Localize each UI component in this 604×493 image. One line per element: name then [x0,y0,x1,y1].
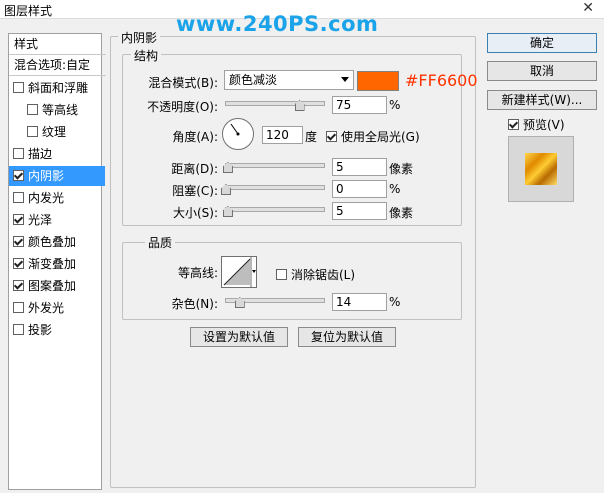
sidebar-checkbox[interactable] [13,214,24,225]
sidebar-item-6[interactable]: 光泽 [9,210,105,230]
sidebar-item-label: 投影 [28,323,53,337]
sidebar-item-label: 内阴影 [28,169,65,183]
sidebar-checkbox[interactable] [13,82,24,93]
blend-mode-label: 混合模式(B): [148,76,218,90]
chevron-down-icon [341,77,349,82]
antialias-label: 消除锯齿(L) [291,268,356,282]
contour-picker[interactable] [221,256,257,288]
quality-title: 品质 [145,234,176,251]
sidebar-item-label: 内发光 [28,191,65,205]
noise-unit: % [389,295,401,309]
sidebar-item-8[interactable]: 渐变叠加 [9,254,105,274]
choke-label: 阻塞(C): [172,184,218,198]
structure-title: 结构 [131,47,162,64]
sidebar-item-2[interactable]: 纹理 [9,122,119,142]
reset-default-button[interactable]: 复位为默认值 [298,327,396,347]
sidebar-checkbox[interactable] [27,104,38,115]
sidebar-item-label: 渐变叠加 [28,257,77,271]
noise-input[interactable]: 14 [332,293,387,311]
choke-unit: % [389,182,401,196]
sidebar-blend-options[interactable]: 混合选项:自定 [9,55,106,76]
style-list: 样式 混合选项:自定 斜面和浮雕等高线纹理描边内阴影内发光光泽颜色叠加渐变叠加图… [8,33,106,490]
close-icon[interactable]: ✕ [582,0,594,16]
size-input[interactable]: 5 [332,202,387,220]
noise-label: 杂色(N): [171,297,218,311]
watermark: www.240PS.com [176,12,379,36]
choke-input[interactable]: 0 [332,180,387,198]
global-light-option[interactable]: 使用全局光(G) [326,128,420,145]
angle-needle-icon [230,123,240,136]
angle-dial[interactable] [222,118,254,150]
sidebar-item-4[interactable]: 内阴影 [9,166,105,186]
sidebar-item-0[interactable]: 斜面和浮雕 [9,78,105,98]
size-unit: 像素 [389,206,414,220]
sidebar-item-1[interactable]: 等高线 [9,100,119,120]
choke-slider-track[interactable] [225,185,325,190]
sidebar-checkbox[interactable] [13,280,24,291]
inner-shadow-title: 内阴影 [118,29,161,46]
sidebar-item-label: 外发光 [28,301,65,315]
sidebar-item-label: 光泽 [28,213,53,227]
sidebar-item-7[interactable]: 颜色叠加 [9,232,105,252]
angle-input[interactable]: 120 [262,126,303,144]
new-style-button[interactable]: 新建样式(W)... [487,90,597,110]
sidebar-item-label: 斜面和浮雕 [28,81,89,95]
opacity-unit: % [389,98,401,112]
window-title: 图层样式 [4,4,53,18]
antialias-checkbox[interactable] [276,269,287,280]
sidebar-item-label: 图案叠加 [28,279,77,293]
contour-curve-icon [223,257,256,287]
sidebar-item-3[interactable]: 描边 [9,144,105,164]
sidebar-item-11[interactable]: 投影 [9,320,105,340]
blend-mode-select[interactable]: 颜色减淡 [224,70,354,90]
sidebar-item-label: 纹理 [42,125,67,139]
global-light-label: 使用全局光(G) [341,130,420,144]
sidebar-checkbox[interactable] [27,126,38,137]
blend-mode-value: 颜色减淡 [229,73,278,87]
sidebar-item-label: 等高线 [42,103,79,117]
opacity-slider-track[interactable] [225,101,325,106]
sidebar-header-styles[interactable]: 样式 [9,34,106,55]
color-annotation: #FF6600 [405,71,478,90]
opacity-label: 不透明度(O): [147,100,218,114]
contour-label: 等高线: [177,266,218,280]
sidebar-item-label: 颜色叠加 [28,235,77,249]
preview-label: 预览(V) [523,118,565,132]
distance-slider-track[interactable] [225,163,325,168]
size-slider-track[interactable] [225,207,325,212]
sidebar-checkbox[interactable] [13,192,24,203]
sidebar-checkbox[interactable] [13,236,24,247]
angle-label: 角度(A): [172,130,218,144]
angle-unit: 度 [305,130,318,144]
distance-input[interactable]: 5 [332,158,387,176]
preview-checkbox[interactable] [508,119,519,130]
sidebar-item-9[interactable]: 图案叠加 [9,276,105,296]
sidebar-item-10[interactable]: 外发光 [9,298,105,318]
antialias-option[interactable]: 消除锯齿(L) [276,266,355,283]
preview-thumbnail [525,153,557,185]
style-preview [508,136,574,202]
distance-unit: 像素 [389,162,414,176]
distance-label: 距离(D): [171,162,218,176]
size-label: 大小(S): [172,206,218,220]
sidebar-checkbox[interactable] [13,324,24,335]
global-light-checkbox[interactable] [326,131,337,142]
sidebar-item-label: 描边 [28,147,53,161]
preview-option[interactable]: 预览(V) [508,116,565,133]
ok-button[interactable]: 确定 [487,33,597,53]
sidebar-checkbox[interactable] [13,258,24,269]
opacity-input[interactable]: 75 [332,96,387,114]
sidebar-checkbox[interactable] [13,170,24,181]
shadow-color-swatch[interactable] [357,71,399,91]
make-default-button[interactable]: 设置为默认值 [190,327,288,347]
sidebar-checkbox[interactable] [13,302,24,313]
sidebar-item-5[interactable]: 内发光 [9,188,105,208]
sidebar-checkbox[interactable] [13,148,24,159]
cancel-button[interactable]: 取消 [487,61,597,81]
